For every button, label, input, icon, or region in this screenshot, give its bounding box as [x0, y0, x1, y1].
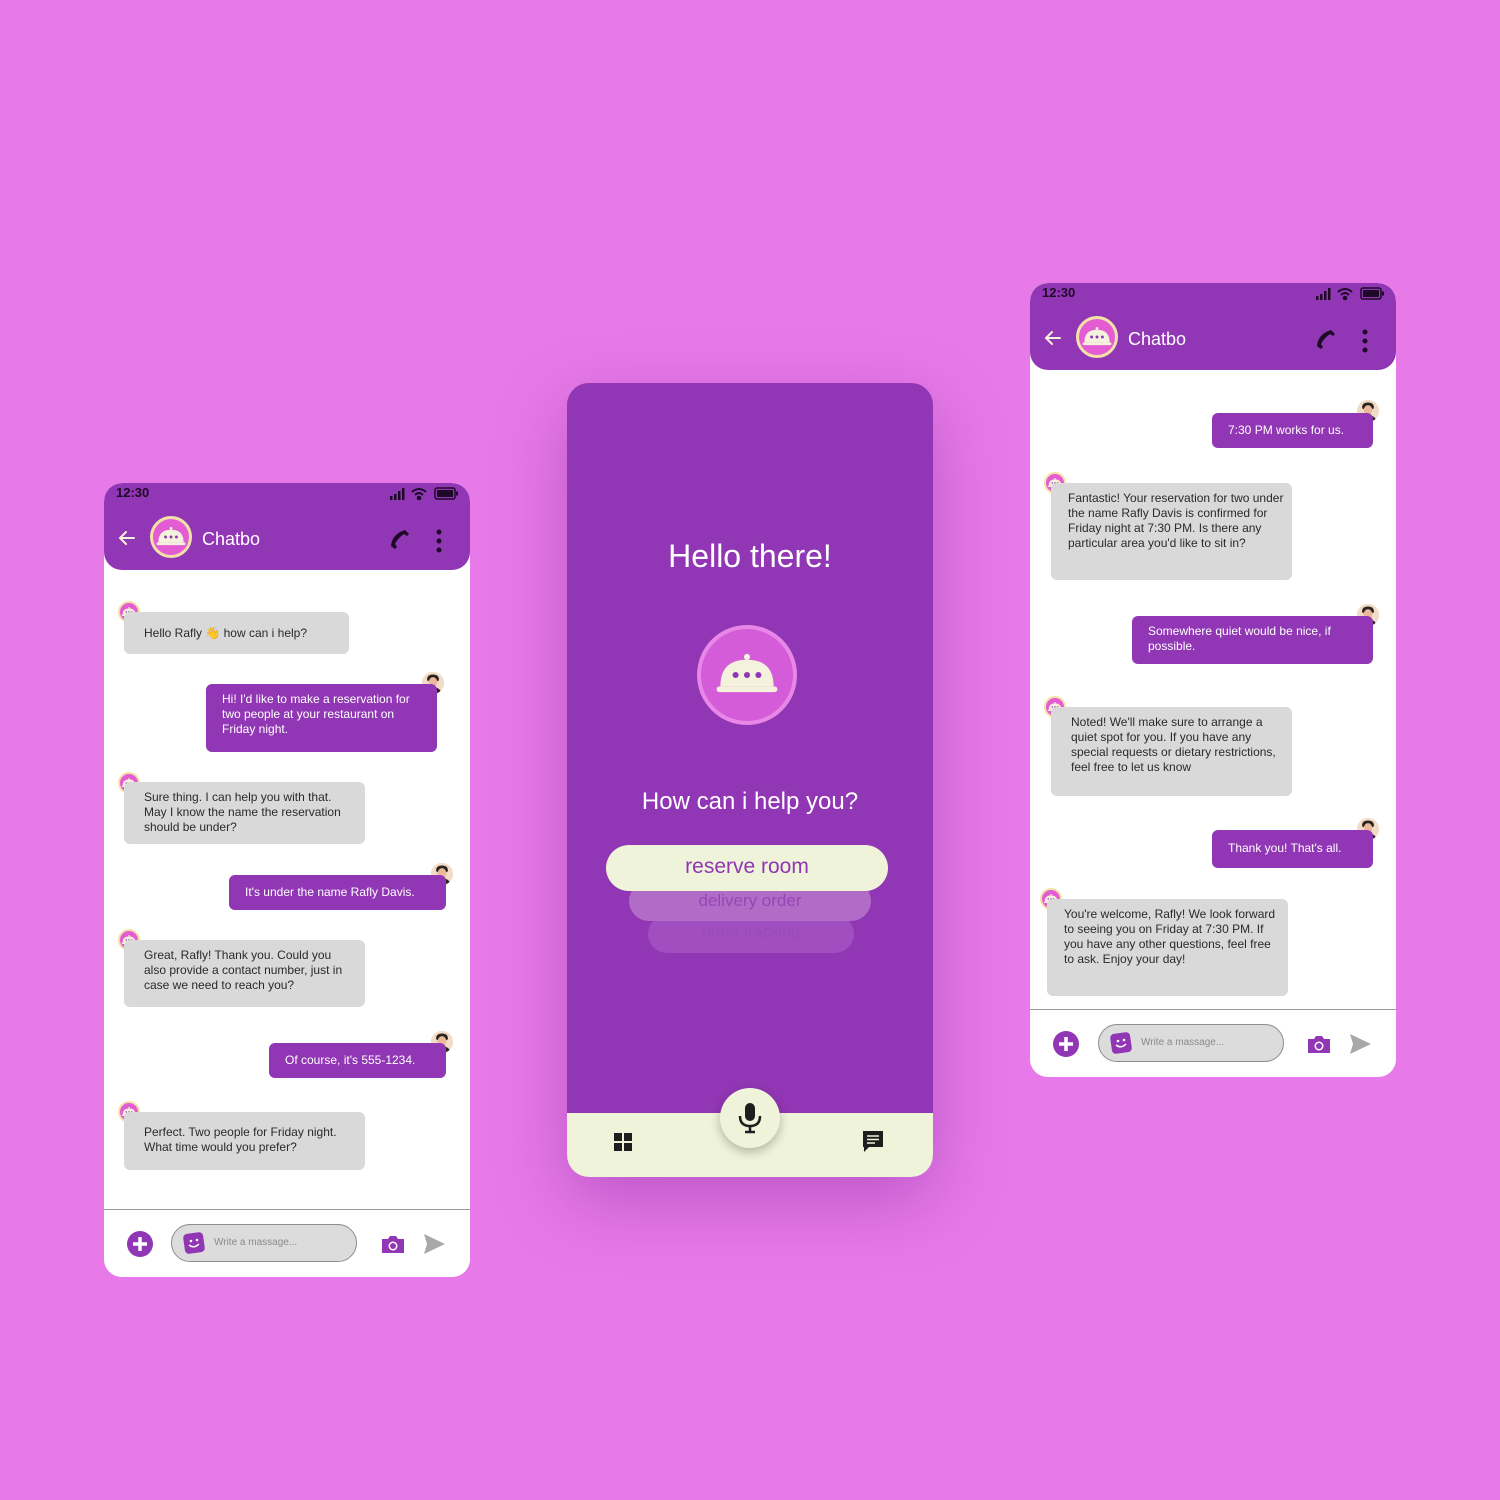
- battery-icon: [434, 487, 458, 500]
- signal-icon: [390, 488, 405, 500]
- message-input[interactable]: Write a massage...: [1098, 1024, 1284, 1062]
- phone-icon[interactable]: [386, 527, 412, 553]
- option-reserve-room[interactable]: reserve room: [606, 845, 888, 891]
- phone-icon[interactable]: [1312, 327, 1338, 353]
- message-input[interactable]: Write a massage...: [171, 1224, 357, 1262]
- message-bubble-bot: Perfect. Two people for Friday night. Wh…: [124, 1112, 365, 1170]
- camera-icon[interactable]: [380, 1232, 406, 1256]
- message-composer: Write a massage...: [104, 1209, 470, 1277]
- message-input-placeholder: Write a massage...: [214, 1237, 298, 1248]
- chat-header: 12:30 Chatbo: [1030, 283, 1396, 370]
- microphone-icon: [738, 1103, 762, 1134]
- wifi-icon: [1337, 288, 1353, 301]
- status-icons: [1316, 287, 1384, 301]
- send-icon[interactable]: [422, 1232, 446, 1256]
- chat-screen-left: 12:30 Chatbo Hello Rafly 👋 how can i hel…: [104, 483, 470, 1277]
- message-bubble-user: Somewhere quiet would be nice, if possib…: [1132, 616, 1373, 664]
- sticker-icon[interactable]: [182, 1231, 206, 1255]
- bot-cloche-icon: [709, 637, 785, 713]
- message-bubble-user: 7:30 PM works for us.: [1212, 413, 1373, 448]
- signal-icon: [1316, 288, 1331, 300]
- chat-title: Chatbo: [202, 529, 261, 549]
- chat-title: Chatbo: [1128, 329, 1187, 349]
- help-question: How can i help you?: [641, 788, 859, 815]
- add-circle-icon[interactable]: [126, 1230, 154, 1258]
- back-arrow-icon[interactable]: [116, 527, 138, 549]
- grid-icon[interactable]: [613, 1132, 633, 1152]
- message-bubble-user: Thank you! That's all.: [1212, 830, 1373, 868]
- microphone-button[interactable]: [720, 1088, 780, 1148]
- message-bubble-user: Of course, it's 555-1234.: [269, 1043, 446, 1078]
- chat-icon[interactable]: [861, 1129, 885, 1155]
- status-icons: [390, 487, 458, 501]
- greeting-title: Hello there!: [668, 538, 832, 574]
- more-vert-icon[interactable]: [430, 527, 448, 555]
- message-composer: Write a massage...: [1030, 1009, 1396, 1077]
- chat-header: 12:30 Chatbo: [104, 483, 470, 570]
- message-bubble-user: It's under the name Rafly Davis.: [229, 875, 446, 910]
- status-time: 12:30: [1042, 285, 1076, 300]
- message-bubble-bot: Noted! We'll make sure to arrange a quie…: [1051, 707, 1292, 796]
- sticker-icon[interactable]: [1109, 1031, 1133, 1055]
- bot-cloche-icon: [153, 519, 189, 555]
- wifi-icon: [411, 488, 427, 501]
- message-input-placeholder: Write a massage...: [1141, 1037, 1225, 1048]
- battery-icon: [1360, 287, 1384, 300]
- camera-icon[interactable]: [1306, 1032, 1332, 1056]
- status-time: 12:30: [116, 485, 150, 500]
- bot-logo: [697, 625, 797, 725]
- message-bubble-bot: Great, Rafly! Thank you. Could you also …: [124, 940, 365, 1007]
- message-bubble-bot: Hello Rafly 👋 how can i help?: [124, 612, 349, 654]
- message-bubble-bot: You're welcome, Rafly! We look forward t…: [1047, 899, 1288, 996]
- assistant-home-screen: Hello there! How can i help you? order t…: [567, 383, 933, 1177]
- bot-cloche-icon: [1079, 319, 1115, 355]
- send-icon[interactable]: [1348, 1032, 1372, 1056]
- message-bubble-user: Hi! I'd like to make a reservation for t…: [206, 684, 437, 752]
- bot-avatar: [150, 516, 192, 558]
- back-arrow-icon[interactable]: [1042, 327, 1064, 349]
- message-bubble-bot: Fantastic! Your reservation for two unde…: [1051, 483, 1292, 580]
- add-circle-icon[interactable]: [1052, 1030, 1080, 1058]
- chat-screen-right: 12:30 Chatbo 7:30 PM works for us. Fanta…: [1030, 283, 1396, 1077]
- message-bubble-bot: Sure thing. I can help you with that. Ma…: [124, 782, 365, 844]
- bot-avatar: [1076, 316, 1118, 358]
- more-vert-icon[interactable]: [1356, 327, 1374, 355]
